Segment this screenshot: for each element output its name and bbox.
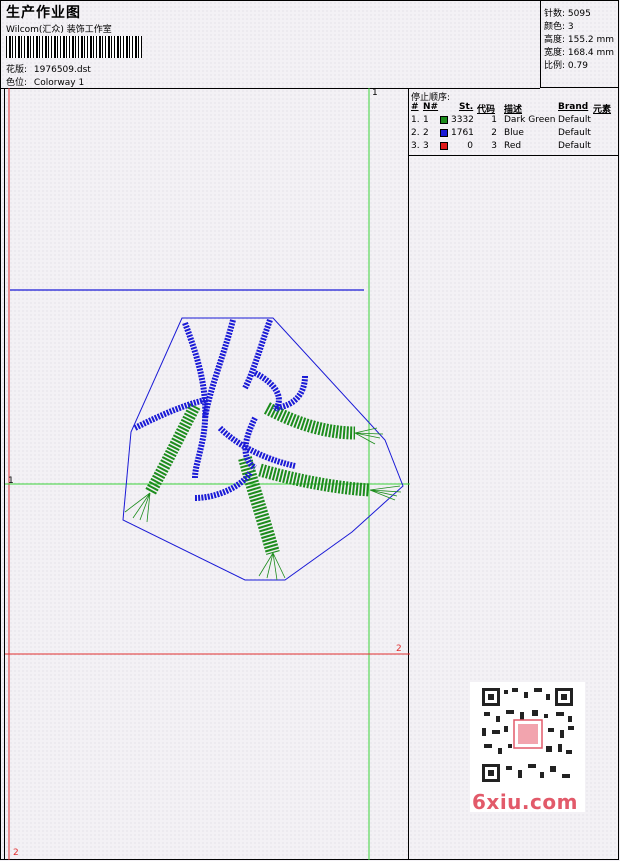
row3-needle: 3 <box>423 141 429 151</box>
row3-description: Red <box>504 141 522 151</box>
stats-panel: 针数: 5095 颜色: 3 高度: 155.2 mm 宽度: 168.4 mm… <box>540 0 619 88</box>
row1-code: 1 <box>491 115 497 125</box>
company-name: Wilcom(汇众) 装饰工作室 <box>6 25 112 35</box>
row1-color-swatch <box>440 116 448 124</box>
colorway-row: 色位: Colorway 1 <box>6 75 84 88</box>
header-brand: Brand <box>558 102 589 112</box>
header-element: 元素 <box>593 105 612 115</box>
green-guide-top-label: 1 <box>372 88 378 98</box>
design-scale: 比例: 0.79 <box>544 61 588 71</box>
header-description: 描述 <box>504 105 523 115</box>
row1-brand: Default <box>558 115 591 125</box>
row2-brand: Default <box>558 128 591 138</box>
row3-stitches: 0 <box>467 141 473 151</box>
colorway-label: 色位: <box>6 78 28 88</box>
barcode <box>6 36 142 58</box>
green-stitches <box>124 402 402 581</box>
row3-brand: Default <box>558 141 591 151</box>
red-guide-bottom-label: 2 <box>13 848 19 858</box>
green-guide-left-label: 1 <box>8 476 14 486</box>
design-height: 高度: 155.2 mm <box>544 35 615 45</box>
header-section: 生产作业图 Wilcom(汇众) 装饰工作室 花版: 1976509.dst 色… <box>0 0 540 89</box>
header-stitches: St. <box>459 102 474 112</box>
embroidery-drawing <box>5 88 410 860</box>
stop-sequence-table: 停止顺序: # N# St. 代码 描述 Brand 元素 1. 1 3332 … <box>409 88 619 156</box>
header-code: 代码 <box>477 105 496 115</box>
colorway-value: Colorway 1 <box>33 78 85 88</box>
row2-color-swatch <box>440 129 448 137</box>
watermark-text: 6xiu.com <box>472 790 578 814</box>
design-file-value: 1976509.dst <box>33 65 91 75</box>
design-width: 宽度: 168.4 mm <box>544 48 615 58</box>
row1-needle: 1 <box>423 115 429 125</box>
row2-code: 2 <box>491 128 497 138</box>
stitch-count: 针数: 5095 <box>544 9 591 19</box>
row1-stitches: 3332 <box>451 115 474 125</box>
design-canvas[interactable]: 1 1 2 2 <box>4 88 410 860</box>
row1-description: Dark Green <box>504 115 556 125</box>
header-num: # <box>411 102 419 112</box>
header-needle: N# <box>423 102 439 112</box>
design-file-row: 花版: 1976509.dst <box>6 62 91 75</box>
design-file-label: 花版: <box>6 65 28 75</box>
color-count: 颜色: 3 <box>544 22 574 32</box>
row2-description: Blue <box>504 128 524 138</box>
row3-code: 3 <box>491 141 497 151</box>
row3-num: 3. <box>411 141 420 151</box>
qr-code-graphic <box>480 686 575 784</box>
row2-stitches: 1761 <box>451 128 474 138</box>
row2-num: 2. <box>411 128 420 138</box>
red-guide-right-label: 2 <box>396 644 402 654</box>
page-title: 生产作业图 <box>6 5 81 21</box>
row3-color-swatch <box>440 142 448 150</box>
row1-num: 1. <box>411 115 420 125</box>
row2-needle: 2 <box>423 128 429 138</box>
